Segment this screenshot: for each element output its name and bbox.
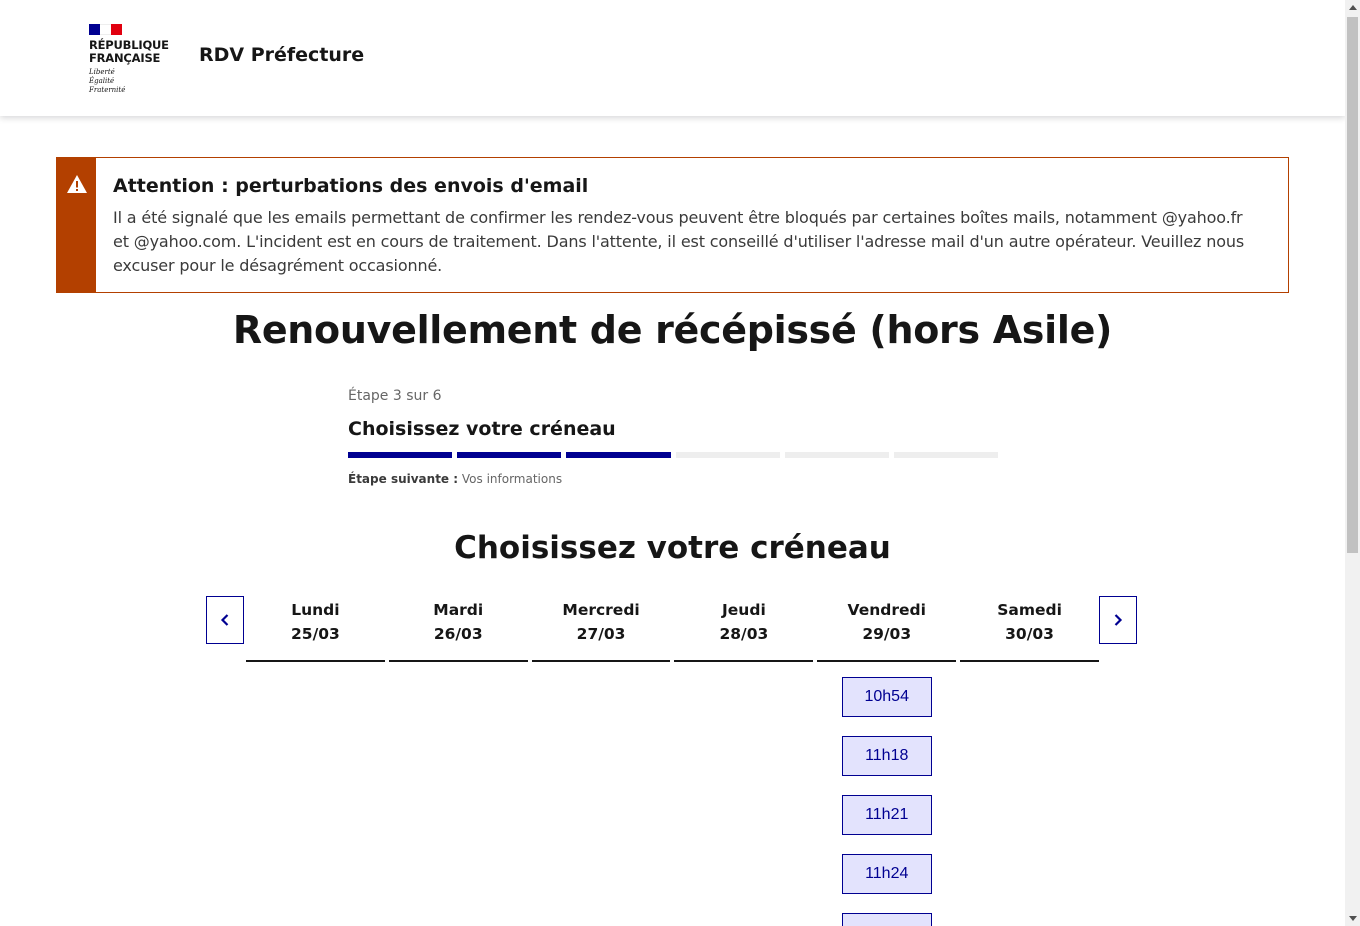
time-slot-button[interactable]: 11h21: [841, 795, 932, 835]
day-column: Lundi 25/03: [246, 596, 385, 926]
step-segment: [675, 452, 780, 458]
motto-fraternite: Fraternité: [89, 86, 126, 94]
slot-list: [674, 662, 813, 677]
slot-list: [960, 662, 1099, 677]
slot-list: 10h54 11h18 11h21 11h24: [817, 662, 956, 926]
step-segment: [457, 452, 562, 458]
chevron-left-icon: [220, 614, 229, 626]
day-column: Mercredi 27/03: [531, 596, 671, 926]
step-state: Étape 3 sur 6: [348, 388, 442, 404]
step-segment: [784, 452, 889, 458]
day-header: Samedi 30/03: [960, 596, 1099, 662]
vertical-scrollbar[interactable]: [1345, 0, 1360, 926]
scroll-down-arrow[interactable]: [1345, 911, 1360, 926]
day-name: Vendredi: [847, 601, 926, 619]
day-header: Lundi 25/03: [246, 596, 385, 662]
email-warning-alert: Attention : perturbations des envois d'e…: [56, 157, 1289, 293]
day-name: Jeudi: [722, 601, 766, 619]
previous-week-button[interactable]: [206, 596, 244, 644]
service-title[interactable]: RDV Préfecture: [199, 44, 364, 66]
time-slot-button[interactable]: 11h24: [841, 854, 932, 894]
motto-egalite: Égalité: [89, 77, 115, 85]
day-column: Samedi 30/03: [960, 596, 1099, 926]
day-date: 26/03: [433, 625, 483, 643]
motto-liberte: Liberté: [89, 68, 115, 76]
day-name: Mercredi: [562, 601, 640, 619]
day-header: Vendredi 29/03: [817, 596, 957, 662]
page-viewport: République Française Liberté Égalité Fra…: [0, 0, 1345, 926]
republic-name: République Française: [89, 39, 179, 65]
republic-motto: Liberté Égalité Fraternité: [89, 68, 179, 95]
day-date: 27/03: [576, 625, 626, 643]
day-date: 25/03: [291, 625, 340, 643]
calendar-days: Lundi 25/03 Mardi 26/03 Mercredi 27/03 Jeudi 28…: [246, 596, 1099, 926]
page-title: Renouvellement de récépissé (hors Asile): [232, 308, 1113, 352]
alert-text: Il a été signalé que les emails permetta…: [113, 208, 1245, 275]
slot-list: [532, 662, 671, 677]
day-name: Samedi: [997, 601, 1062, 619]
scroll-up-arrow[interactable]: [1345, 0, 1360, 15]
day-name: Mardi: [433, 601, 484, 619]
next-step-label: Étape suivante :: [348, 472, 459, 486]
day-header: Jeudi 28/03: [674, 596, 814, 662]
time-slot-button[interactable]: 10h54: [841, 677, 932, 717]
step-title: Choisissez votre créneau: [348, 418, 616, 440]
day-header: Mercredi 27/03: [531, 596, 671, 662]
day-column: Vendredi 29/03 10h54 11h18 11h21 11h24: [817, 596, 957, 926]
day-date: 28/03: [719, 625, 769, 643]
next-step-value: Vos informations: [461, 472, 563, 486]
day-column: Mardi 26/03: [388, 596, 528, 926]
scroll-up-icon: [1348, 5, 1357, 10]
step-progress-bar: [348, 452, 999, 458]
step-segment: [348, 452, 453, 458]
day-column: Jeudi 28/03: [674, 596, 814, 926]
scrollbar-thumb[interactable]: [1347, 17, 1358, 553]
republique-francaise-logo[interactable]: République Française Liberté Égalité Fra…: [89, 24, 179, 95]
step-segment: [893, 452, 999, 458]
site-header: République Française Liberté Égalité Fra…: [0, 0, 1345, 116]
slot-list: [389, 662, 528, 677]
time-slot-button-partial[interactable]: [841, 913, 932, 926]
warning-icon: [67, 175, 87, 193]
republic-line-2: Française: [89, 51, 161, 65]
alert-title: Attention : perturbations des envois d'e…: [113, 175, 589, 197]
slot-list: [246, 662, 385, 677]
alert-accent-bar: [57, 158, 96, 292]
next-week-button[interactable]: [1099, 596, 1137, 644]
french-flag-icon: [89, 24, 122, 35]
next-step-info: Étape suivante : Vos informations: [348, 472, 998, 486]
stepper: Étape 3 sur 6 Choisissez votre créneau É…: [348, 388, 999, 486]
step-segment: [566, 452, 671, 458]
day-name: Lundi: [291, 601, 340, 619]
day-date: 29/03: [862, 625, 912, 643]
time-slot-button[interactable]: 11h18: [841, 736, 932, 776]
calendar-title: Choisissez votre créneau: [454, 530, 891, 566]
scroll-down-icon: [1348, 916, 1357, 921]
chevron-right-icon: [1114, 614, 1123, 626]
day-date: 30/03: [1005, 625, 1054, 643]
day-header: Mardi 26/03: [388, 596, 528, 662]
